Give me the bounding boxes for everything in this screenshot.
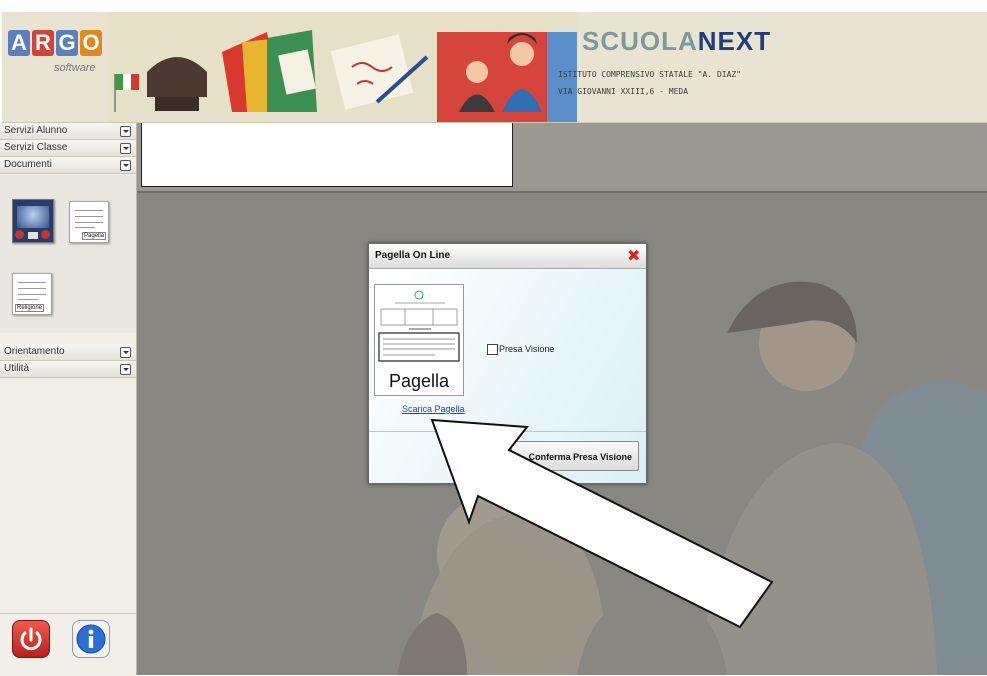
redacted-box — [141, 123, 513, 187]
expand-icon[interactable] — [120, 364, 131, 375]
brand-part-2: NEXT — [697, 26, 772, 56]
presa-visione-label: Presa Visione — [499, 344, 555, 354]
conferma-presa-visione-button[interactable]: Conferma Presa Visione — [511, 441, 639, 471]
sidebar-bottom-bar — [0, 613, 136, 676]
school-info: ISTITUTO COMPRENSIVO STATALE "A. DIAZ" V… — [558, 68, 758, 98]
documenti-panel: Pagella Religione — [0, 175, 136, 333]
sidebar-item-orientamento[interactable]: Orientamento — [0, 344, 136, 361]
logo-letter-o: O — [80, 30, 102, 56]
sidebar-item-label: Orientamento — [4, 346, 65, 357]
sidebar-item-servizi-alunno[interactable]: Servizi Alunno — [0, 123, 136, 140]
checkbox-box[interactable] — [487, 344, 498, 356]
logo-subtitle: software — [54, 62, 96, 74]
collapse-icon[interactable] — [120, 160, 131, 171]
logo-letter-a: A — [8, 30, 30, 56]
presa-visione-checkbox[interactable]: Presa Visione — [487, 344, 555, 356]
sidebar-item-label: Servizi Alunno — [4, 125, 68, 136]
dialog-separator — [369, 431, 646, 432]
school-address: VIA GIOVANNI XXIII,6 - MEDA — [558, 87, 689, 96]
sidebar-item-utilita[interactable]: Utilità — [0, 361, 136, 378]
sidebar-item-documenti[interactable]: Documenti — [0, 157, 136, 174]
expand-icon[interactable] — [120, 143, 131, 154]
argo-logo: A R G O software — [8, 26, 108, 106]
school-name: ISTITUTO COMPRENSIVO STATALE "A. DIAZ" — [558, 70, 742, 79]
pagella-thumbnail-label: Pagella — [388, 371, 450, 391]
logo-letter-g: G — [56, 30, 78, 56]
religione-doc-caption: Religione — [15, 304, 45, 312]
scarica-pagella-link[interactable]: Scarica Pagella — [402, 404, 465, 414]
pagella-dialog: Pagella On Line ✖ Pagella Presa Visione — [368, 243, 647, 484]
bacheca-icon[interactable] — [12, 199, 54, 243]
pagella-doc-icon[interactable]: Pagella — [69, 201, 109, 243]
sidebar-item-label: Documenti — [4, 159, 52, 170]
power-icon[interactable] — [12, 620, 50, 658]
sidebar-item-label: Utilità — [4, 363, 30, 374]
dialog-title: Pagella On Line — [375, 250, 451, 261]
sidebar-item-servizi-classe[interactable]: Servizi Classe — [0, 140, 136, 157]
dialog-body: Pagella Presa Visione Scarica Pagella Co… — [369, 269, 646, 483]
app-header: A R G O software SCUOLANEXT ISTITUTO COM… — [2, 12, 987, 123]
pagella-doc-caption: Pagella — [81, 232, 106, 240]
logo-letter-r: R — [32, 30, 54, 56]
pagella-document-preview — [378, 290, 460, 362]
info-icon[interactable] — [72, 620, 110, 658]
dialog-titlebar[interactable]: Pagella On Line ✖ — [369, 244, 646, 269]
main-toolbar-strip — [137, 123, 987, 193]
sidebar: Servizi Alunno Servizi Classe Documenti … — [0, 123, 137, 676]
pagella-thumbnail: Pagella — [374, 284, 464, 396]
expand-icon[interactable] — [120, 126, 131, 137]
brand-part-1: SCUOLA — [582, 26, 698, 56]
sidebar-item-label: Servizi Classe — [4, 142, 68, 153]
close-icon[interactable]: ✖ — [627, 248, 640, 264]
header-illustration — [107, 12, 577, 122]
scuolanext-brand: SCUOLANEXT — [582, 26, 771, 57]
expand-icon[interactable] — [120, 347, 131, 358]
religione-doc-icon[interactable]: Religione — [12, 273, 52, 315]
